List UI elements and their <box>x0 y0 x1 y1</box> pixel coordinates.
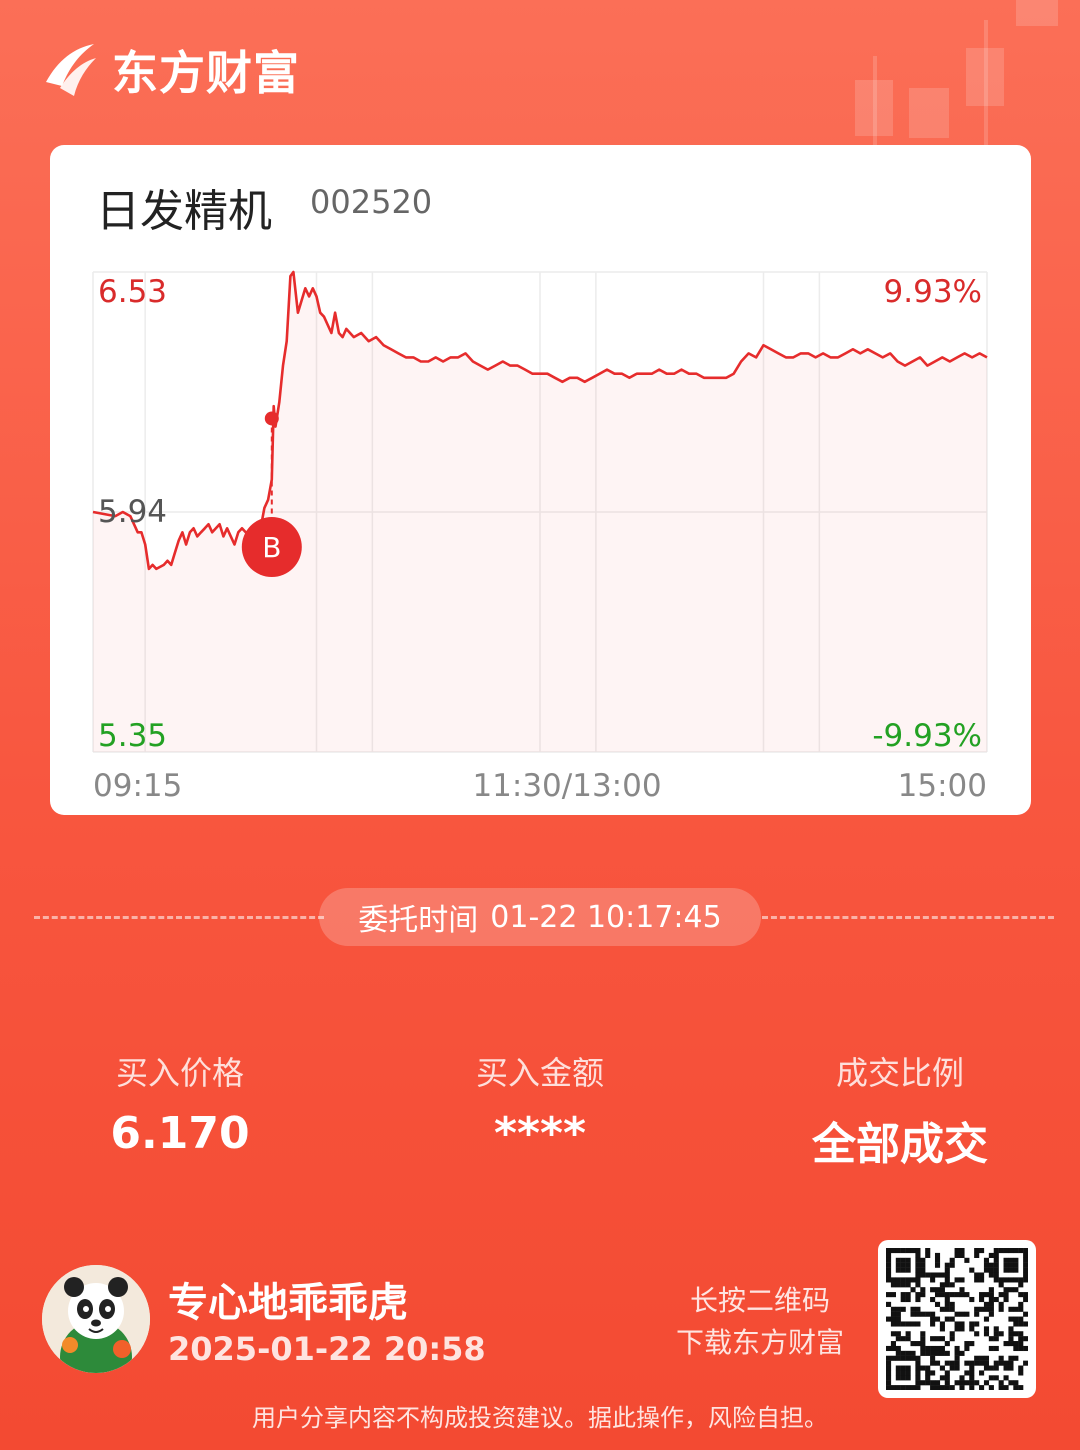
price-high-label: 6.53 <box>98 274 167 310</box>
avatar[interactable] <box>42 1265 150 1373</box>
brand-name: 东方财富 <box>112 46 300 100</box>
buy-point-dot <box>264 411 279 426</box>
x-axis-label-close: 15:00 <box>898 768 987 804</box>
panda-avatar-icon <box>42 1265 150 1373</box>
dashed-divider-left <box>34 916 324 919</box>
stat-buy-price: 买入价格 6.170 <box>30 1048 330 1159</box>
order-time-label: 委托时间 <box>358 903 479 938</box>
intraday-chart: 6.53 5.94 5.35 9.93% -9.93% 09:15 11:30/… <box>92 270 988 804</box>
qr-hint-line1: 长按二维码 <box>689 1284 830 1317</box>
qr-hint-line2: 下载东方财富 <box>675 1326 844 1359</box>
stat-value: 全部成交 <box>812 1119 988 1170</box>
buy-marker-letter: B <box>262 531 281 564</box>
stat-label: 成交比例 <box>835 1054 964 1092</box>
qr-hint: 长按二维码 下载东方财富 <box>660 1280 860 1364</box>
stat-label: 买入价格 <box>115 1054 244 1092</box>
stat-fill-ratio: 成交比例 全部成交 <box>750 1048 1050 1172</box>
order-time-pill: 委托时间 01-22 10:17:45 <box>319 888 761 946</box>
order-time-row: 委托时间 01-22 10:17:45 <box>0 888 1080 946</box>
pct-high-label: 9.93% <box>884 274 982 310</box>
decorative-candle <box>873 56 877 146</box>
decorative-candle <box>909 88 949 138</box>
order-time-value: 01-22 10:17:45 <box>490 899 722 935</box>
brand-header: 东方财富 <box>40 38 300 102</box>
decorative-candle <box>1016 0 1058 26</box>
brand-logo-icon <box>46 44 96 96</box>
trade-chart-card: 日发精机 002520 6.53 5.94 5.35 9.93% -9.93% … <box>50 145 1031 815</box>
stat-value: 6.170 <box>110 1108 250 1159</box>
stat-value: **** <box>493 1108 587 1159</box>
pct-low-label: -9.93% <box>872 718 982 754</box>
stat-label: 买入金额 <box>475 1054 604 1092</box>
user-name: 专心地乖乖虎 <box>168 1280 408 1326</box>
trade-stats: 买入价格 6.170 买入金额 **** 成交比例 全部成交 <box>0 1048 1080 1170</box>
dashed-divider-right <box>762 916 1054 919</box>
x-axis-label-midday: 11:30/13:00 <box>472 768 661 804</box>
price-low-label: 5.35 <box>98 718 167 754</box>
price-mid-label: 5.94 <box>98 494 167 530</box>
decorative-candle <box>984 20 988 150</box>
qr-code[interactable] <box>878 1240 1036 1398</box>
share-timestamp: 2025-01-22 20:58 <box>168 1330 486 1368</box>
x-axis-label-open: 09:15 <box>93 768 182 804</box>
disclaimer: 用户分享内容不构成投资建议。据此操作，风险自担。 <box>252 1404 828 1432</box>
stat-buy-amount: 买入金额 **** <box>390 1048 690 1159</box>
qr-code-icon <box>886 1248 1029 1391</box>
